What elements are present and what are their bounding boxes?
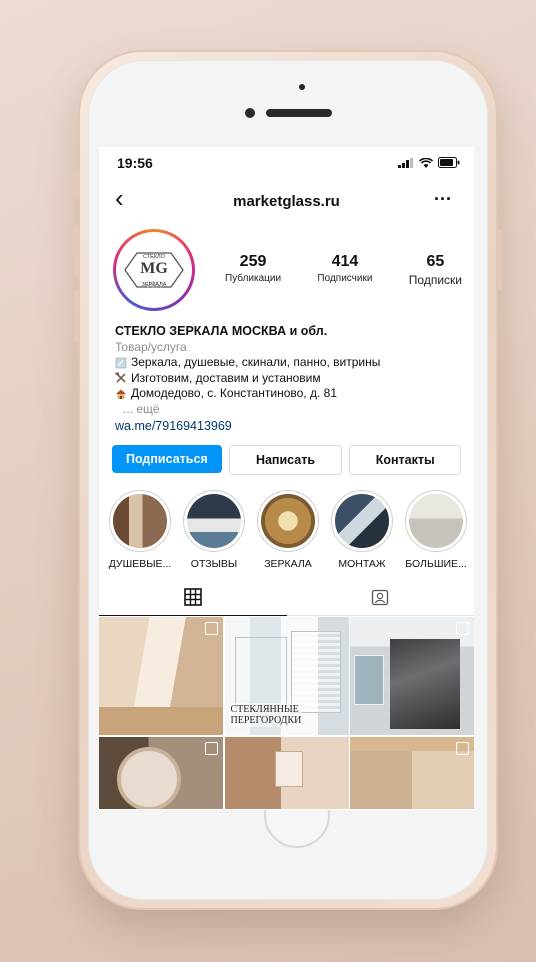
post-thumbnail[interactable] [99, 736, 223, 809]
avatar[interactable]: СТЕКЛО MG MG ЗЕРКАЛА [113, 229, 195, 311]
stat-followers[interactable]: 414 Подписчики [317, 253, 372, 287]
profile-tabs [99, 579, 474, 616]
tab-posts-grid[interactable] [99, 579, 287, 616]
volume-up-button [74, 225, 79, 277]
bio-line: Домодедово, с. Константиново, д. 81 [115, 386, 462, 402]
instagram-profile-screen: 19:56 ‹ marketglass.ru ··· СТЕКЛО MG MG … [99, 147, 474, 810]
posts-label: Публикации [225, 273, 282, 284]
profile-category: Товар/услуга [115, 339, 187, 354]
sensor-dot [299, 84, 305, 90]
post-thumbnail[interactable] [350, 736, 474, 809]
followers-count: 414 [331, 253, 359, 270]
company-logo: СТЕКЛО MG MG ЗЕРКАЛА [119, 235, 189, 305]
post-thumbnail[interactable]: СТЕКЛЯННЫЕ ПЕРЕГОРОДКИ [224, 617, 349, 735]
stat-following[interactable]: 65 Подписки [409, 253, 462, 287]
highlight-label: ДУШЕВЫЕ... [108, 558, 172, 570]
mirror-icon [115, 357, 127, 369]
tools-icon [115, 372, 126, 383]
multiple-photos-icon [205, 741, 218, 755]
highlight-label: ОТЗЫВЫ [190, 558, 238, 570]
highlight-thumbnail [113, 494, 167, 548]
post-overlay-caption: СТЕКЛЯННЫЕ ПЕРЕГОРОДКИ [228, 703, 304, 727]
multiple-photos-icon [205, 622, 218, 635]
highlight-label: МОНТАЖ [338, 558, 386, 570]
signal-icon [398, 157, 413, 168]
followers-label: Подписчики [317, 273, 373, 284]
posts-count: 259 [239, 253, 267, 270]
bio-line: Изготовим, доставим и установим [115, 371, 462, 387]
profile-username: marketglass.ru [233, 193, 340, 210]
highlight-thumbnail [261, 494, 315, 548]
clock: 19:56 [117, 155, 153, 171]
bio-more-link[interactable]: ... ещё [115, 402, 462, 418]
posts-grid: СТЕКЛЯННЫЕ ПЕРЕГОРОДКИ [99, 617, 474, 810]
highlight-label: БОЛЬШИЕ... [405, 558, 467, 570]
highlight-mirrors[interactable]: ЗЕРКАЛА [253, 490, 323, 570]
multiple-photos-icon [456, 741, 469, 755]
highlight-installation[interactable]: МОНТАЖ [327, 490, 397, 570]
story-highlights: ДУШЕВЫЕ... ОТЗЫВЫ ЗЕРКАЛА МОНТАЖ БОЛЬШИЕ… [105, 490, 474, 570]
highlight-thumbnail [187, 494, 241, 548]
status-bar: 19:56 [117, 155, 460, 173]
tagged-person-icon [372, 589, 389, 606]
profile-stats: 259 Публикации 414 Подписчики 65 Подписк… [225, 253, 462, 287]
wifi-icon [419, 157, 433, 168]
highlight-thumbnail [335, 494, 389, 548]
grid-icon [183, 588, 202, 606]
highlight-shower[interactable]: ДУШЕВЫЕ... [105, 490, 175, 570]
highlight-thumbnail [409, 494, 463, 548]
earpiece-speaker [266, 109, 332, 117]
mute-switch [74, 170, 79, 198]
stat-posts[interactable]: 259 Публикации [225, 253, 281, 287]
front-camera [245, 108, 255, 118]
highlight-reviews[interactable]: ОТЗЫВЫ [179, 490, 249, 570]
highlight-label: ЗЕРКАЛА [264, 558, 312, 570]
power-button [497, 230, 502, 290]
follow-button[interactable]: Подписаться [112, 445, 222, 473]
volume-down-button [74, 290, 79, 342]
tab-tagged[interactable] [287, 579, 475, 615]
svg-text:MG: MG [140, 260, 168, 277]
contacts-button[interactable]: Контакты [349, 445, 461, 475]
highlight-large[interactable]: БОЛЬШИЕ... [401, 490, 471, 570]
website-link[interactable]: wa.me/79169413969 [115, 419, 462, 435]
battery-icon [438, 157, 460, 168]
multiple-photos-icon [456, 622, 469, 635]
following-label: Подписки [408, 273, 462, 287]
more-options-icon[interactable]: ··· [434, 189, 452, 210]
bio-line: Зеркала, душевые, скинали, панно, витрин… [115, 355, 462, 371]
profile-bio: СТЕКЛО ЗЕРКАЛА МОСКВА и обл. Товар/услуг… [115, 324, 462, 435]
following-count: 65 [426, 253, 445, 270]
house-icon [116, 389, 126, 399]
svg-text:ЗЕРКАЛА: ЗЕРКАЛА [142, 282, 167, 288]
profile-actions: Подписаться Написать Контакты [112, 445, 461, 475]
post-thumbnail[interactable] [224, 736, 349, 809]
top-navigation: ‹ marketglass.ru ··· [99, 185, 474, 215]
profile-name: СТЕКЛО ЗЕРКАЛА МОСКВА и обл. [115, 324, 328, 338]
post-thumbnail[interactable] [99, 617, 223, 735]
message-button[interactable]: Написать [228, 445, 343, 475]
post-thumbnail[interactable] [350, 617, 474, 735]
